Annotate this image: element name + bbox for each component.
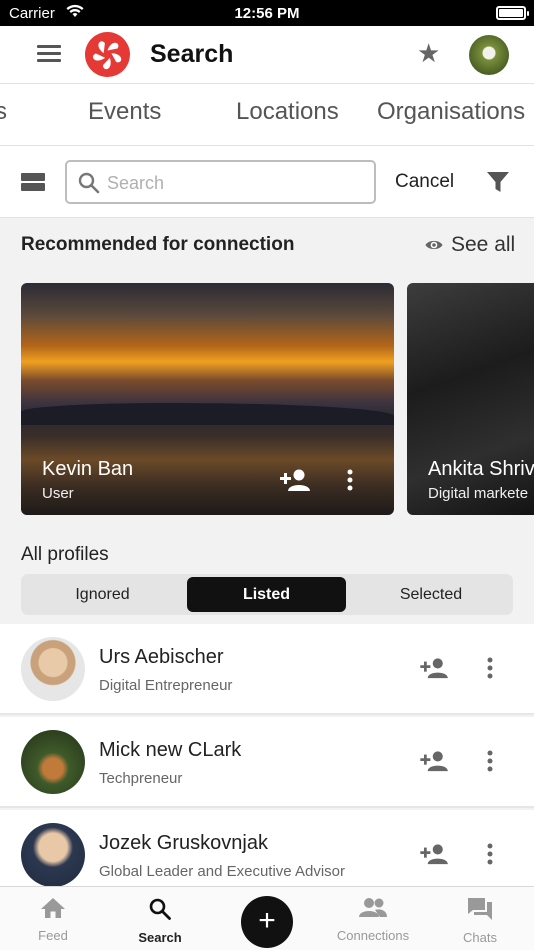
list-item[interactable]: Mick new CLark Techpreneur bbox=[0, 717, 534, 808]
list-item[interactable]: Urs Aebischer Digital Entrepreneur bbox=[0, 624, 534, 715]
nav-feed[interactable]: Feed bbox=[13, 897, 93, 943]
profile-subtitle: Digital Entrepreneur bbox=[99, 677, 233, 694]
profile-subtitle: Techpreneur bbox=[99, 770, 183, 787]
add-person-icon[interactable] bbox=[280, 468, 312, 497]
app-bar: Search ★ bbox=[0, 26, 534, 84]
recommendation-card[interactable]: Ankita Shriv Digital markete bbox=[407, 283, 534, 515]
nav-chats[interactable]: Chats bbox=[440, 897, 520, 945]
search-icon bbox=[148, 898, 172, 925]
avatar bbox=[21, 823, 85, 887]
card-image bbox=[21, 403, 394, 425]
app-logo bbox=[85, 32, 130, 77]
search-icon bbox=[77, 171, 101, 200]
tab-partial[interactable]: s bbox=[0, 98, 7, 126]
tab-locations[interactable]: Locations bbox=[236, 98, 339, 126]
menu-icon[interactable] bbox=[37, 45, 61, 63]
star-icon[interactable]: ★ bbox=[417, 39, 440, 67]
profile-name: Jozek Gruskovnjak bbox=[99, 832, 268, 854]
segment-ignored[interactable]: Ignored bbox=[24, 577, 181, 612]
more-options-icon[interactable] bbox=[486, 657, 494, 684]
card-role: User bbox=[42, 485, 74, 502]
card-name: Ankita Shriv bbox=[428, 458, 534, 480]
profile-name: Urs Aebischer bbox=[99, 646, 224, 668]
see-all-label: See all bbox=[451, 233, 516, 256]
user-avatar[interactable] bbox=[469, 35, 509, 75]
tab-events[interactable]: Events bbox=[88, 98, 161, 126]
segment-listed[interactable]: Listed bbox=[187, 577, 346, 612]
tab-organisations[interactable]: Organisations bbox=[377, 98, 525, 126]
eye-icon bbox=[425, 233, 443, 257]
clock: 12:56 PM bbox=[234, 5, 300, 22]
avatar bbox=[21, 637, 85, 701]
segment-selected[interactable]: Selected bbox=[352, 577, 510, 612]
search-box[interactable] bbox=[65, 160, 376, 204]
recommended-title: Recommended for connection bbox=[21, 234, 295, 255]
add-person-icon[interactable] bbox=[420, 657, 450, 684]
nav-label: Feed bbox=[38, 928, 68, 943]
recommendation-card[interactable]: Kevin Ban User bbox=[21, 283, 394, 515]
view-toggle-icon[interactable] bbox=[21, 173, 45, 191]
page-title: Search bbox=[150, 40, 234, 68]
add-person-icon[interactable] bbox=[420, 843, 450, 870]
category-tabs: s Events Locations Organisations bbox=[0, 84, 534, 146]
profile-subtitle: Global Leader and Executive Advisor bbox=[99, 863, 345, 880]
people-icon bbox=[359, 898, 387, 923]
nav-connections[interactable]: Connections bbox=[333, 897, 413, 943]
more-options-icon[interactable] bbox=[486, 843, 494, 870]
cancel-button[interactable]: Cancel bbox=[395, 171, 454, 193]
home-icon bbox=[40, 898, 66, 923]
battery-icon bbox=[496, 6, 529, 20]
more-options-icon[interactable] bbox=[346, 469, 354, 496]
nav-search[interactable]: Search bbox=[120, 897, 200, 945]
all-profiles-title: All profiles bbox=[21, 544, 109, 565]
more-options-icon[interactable] bbox=[486, 750, 494, 777]
status-bar: Carrier 12:56 PM bbox=[0, 0, 534, 26]
nav-label: Search bbox=[138, 930, 182, 945]
add-person-icon[interactable] bbox=[420, 750, 450, 777]
filter-icon[interactable] bbox=[486, 170, 510, 199]
see-all-button[interactable]: See all bbox=[425, 233, 515, 257]
card-role: Digital markete bbox=[428, 485, 529, 502]
search-row: Cancel bbox=[0, 146, 534, 218]
nav-label: Connections bbox=[336, 928, 410, 943]
card-name: Kevin Ban bbox=[42, 458, 134, 480]
profile-name: Mick new CLark bbox=[99, 739, 242, 761]
nav-label: Chats bbox=[463, 930, 497, 945]
bottom-navigation: Feed Search + Connections Chats bbox=[0, 886, 534, 950]
search-input[interactable] bbox=[107, 170, 357, 196]
avatar bbox=[21, 730, 85, 794]
create-button[interactable]: + bbox=[241, 896, 293, 948]
chat-icon bbox=[467, 898, 493, 925]
profile-filter-segment: Ignored Listed Selected bbox=[21, 574, 513, 615]
